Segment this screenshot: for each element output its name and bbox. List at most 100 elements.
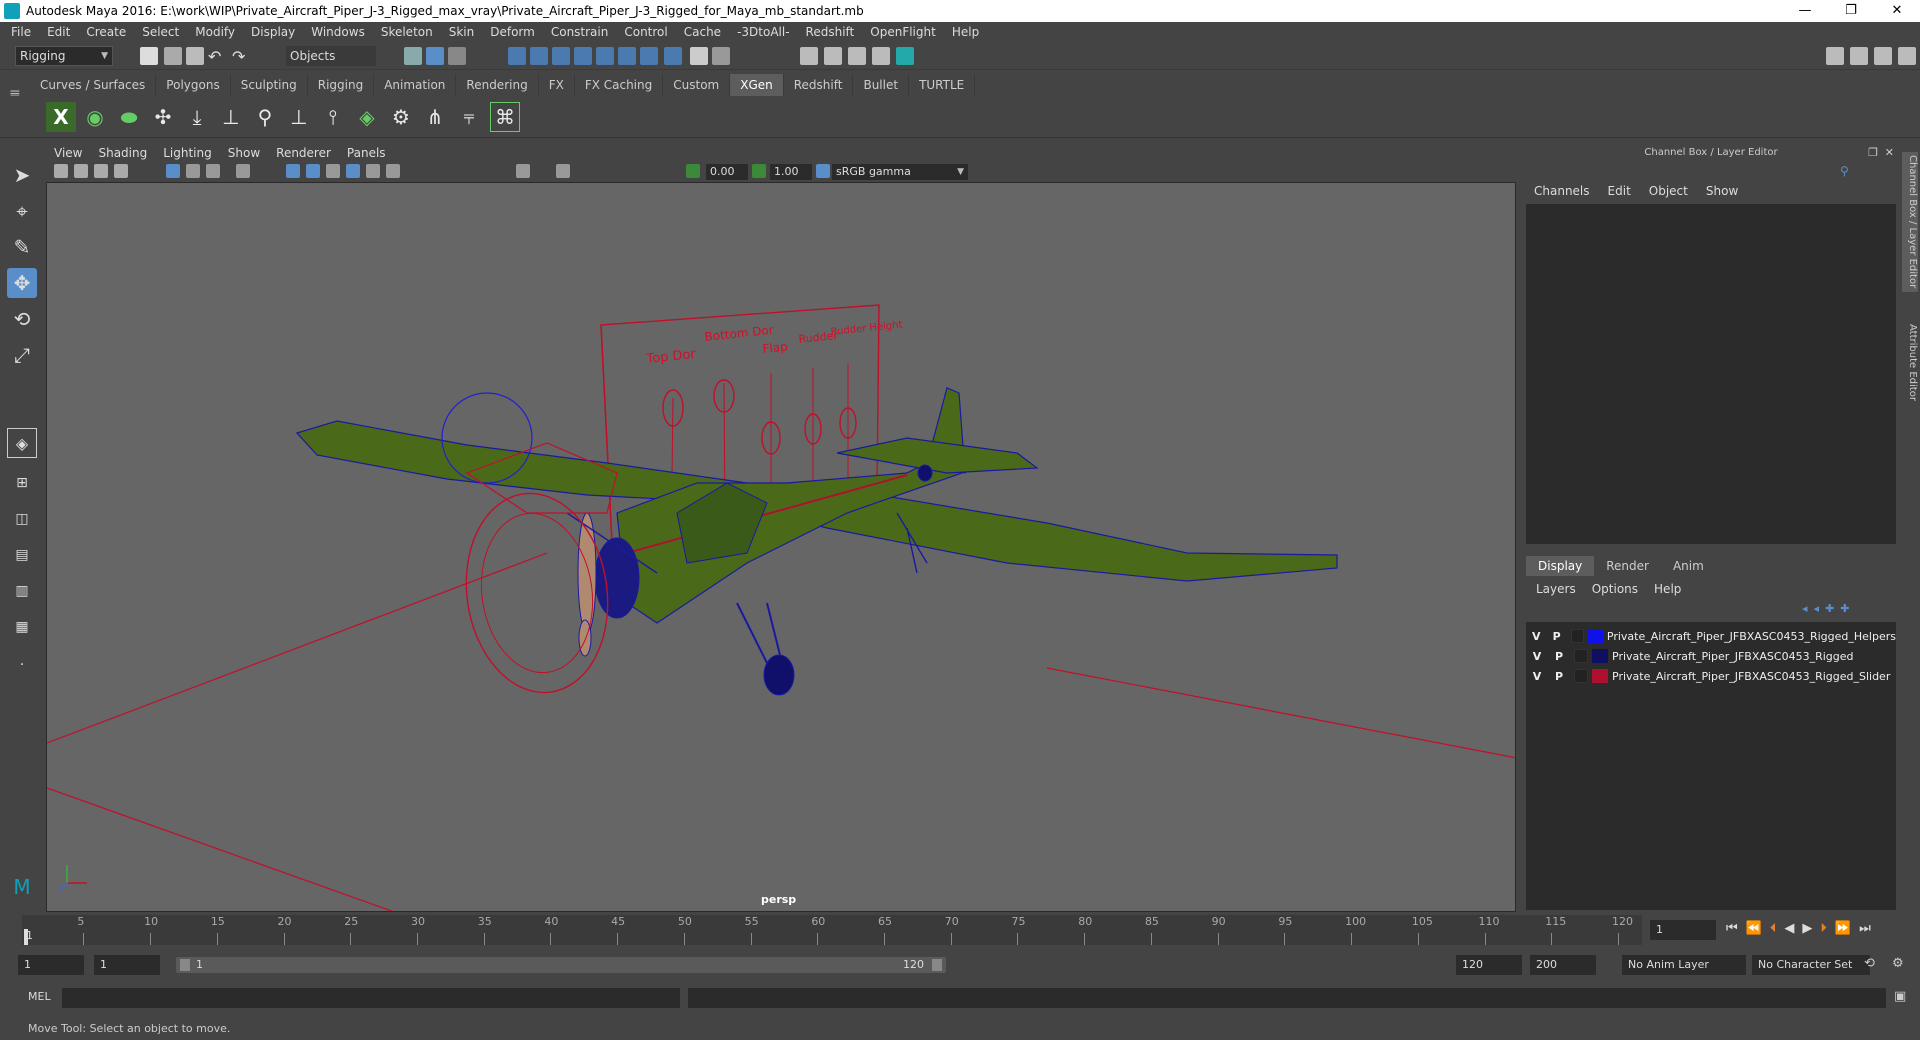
tab-curves-surfaces[interactable]: Curves / Surfaces [30, 74, 157, 96]
menu-help[interactable]: Help [952, 25, 979, 39]
persp-graph-layout-icon[interactable]: ▤ [7, 540, 37, 570]
xgen-guide-add-icon[interactable]: ✣ [148, 102, 178, 132]
view-transform-dropdown[interactable]: sRGB gamma ▼ [832, 164, 968, 180]
layer-display-type[interactable] [1574, 649, 1588, 663]
range-start-handle[interactable] [180, 959, 190, 971]
channel-box-toggle-icon[interactable] [1898, 47, 1916, 65]
xgen-create-description-icon[interactable]: ⬬ [114, 102, 144, 132]
menu-skeleton[interactable]: Skeleton [381, 25, 433, 39]
four-pane-layout-icon[interactable]: ⊞ [7, 468, 37, 498]
tab-anim[interactable]: Anim [1661, 556, 1716, 576]
gamma-icon[interactable] [752, 164, 766, 178]
construction-history-icon[interactable] [640, 47, 658, 65]
tab-redshift[interactable]: Redshift [783, 74, 854, 96]
current-time-indicator[interactable] [24, 929, 28, 945]
menu-modify[interactable]: Modify [195, 25, 235, 39]
default-material-icon[interactable] [326, 164, 340, 178]
menu-redshift[interactable]: Redshift [806, 25, 855, 39]
channel-box-menu-channels[interactable]: Channels [1534, 184, 1590, 198]
layer-playback-toggle[interactable]: P [1546, 630, 1566, 643]
layer-row[interactable]: V P Private_Aircraft_Piper_JFBXASC0453_R… [1526, 646, 1896, 666]
tab-fx[interactable]: FX [538, 74, 575, 96]
layer-display-type[interactable] [1570, 629, 1585, 643]
open-scene-icon[interactable] [164, 47, 182, 65]
menu-3dtoall[interactable]: -3DtoAll- [737, 25, 789, 39]
render-frame-icon[interactable] [800, 47, 818, 65]
snap-live-icon[interactable] [596, 47, 614, 65]
layer-visibility-toggle[interactable]: V [1526, 650, 1548, 663]
film-gate-icon[interactable] [186, 164, 200, 178]
go-to-start-icon[interactable]: ⏮ [1726, 921, 1738, 936]
smooth-shade-icon[interactable] [306, 164, 320, 178]
xgen-guide-tools-icon[interactable]: ⫯ [318, 102, 348, 132]
snap-grid-icon[interactable] [508, 47, 526, 65]
gamma-field[interactable]: 1.00 [770, 164, 812, 180]
select-by-hierarchy-icon[interactable] [404, 47, 422, 65]
layer-color-swatch[interactable] [1592, 669, 1608, 683]
grid-toggle-icon[interactable] [166, 164, 180, 178]
close-button[interactable]: ✕ [1874, 0, 1920, 22]
xgen-editor-icon[interactable]: X [46, 102, 76, 132]
select-by-object-icon[interactable] [426, 47, 444, 65]
mel-label[interactable]: MEL [28, 990, 51, 1003]
menu-edit[interactable]: Edit [47, 25, 70, 39]
image-plane-icon[interactable] [114, 164, 128, 178]
menu-file[interactable]: File [11, 25, 31, 39]
current-frame-field[interactable]: 1 [1650, 920, 1716, 940]
xray-icon[interactable] [556, 164, 570, 178]
step-forward-frame-icon[interactable]: ⏵ [1820, 921, 1827, 936]
viewport-menu-view[interactable]: View [54, 146, 82, 160]
tab-turtle[interactable]: TURTLE [909, 74, 976, 96]
xgen-guide-select-icon[interactable]: ⚲ [250, 102, 280, 132]
channel-box-menu-object[interactable]: Object [1649, 184, 1688, 198]
time-slider[interactable]: 1 5 10 15 20 25 30 35 40 45 50 55 60 65 70 75 80 85 90 95 1… [22, 915, 1642, 945]
step-back-key-icon[interactable]: ⏪ [1746, 921, 1762, 936]
channel-box-menu-edit[interactable]: Edit [1608, 184, 1631, 198]
workspace-icon[interactable] [1826, 47, 1844, 65]
step-back-frame-icon[interactable]: ⏴ [1770, 921, 1777, 936]
hypershade-icon[interactable] [896, 47, 914, 65]
layer-visibility-toggle[interactable]: V [1526, 670, 1548, 683]
tab-attribute-editor[interactable]: Attribute Editor [1902, 312, 1918, 412]
snap-curve-icon[interactable] [530, 47, 548, 65]
resolution-gate-icon[interactable] [206, 164, 220, 178]
bookmark-icon[interactable] [94, 164, 108, 178]
render-settings-icon[interactable] [872, 47, 890, 65]
xgen-groom-settings-icon[interactable]: ⌘ [490, 102, 520, 132]
save-scene-icon[interactable] [186, 47, 204, 65]
piper-aircraft-model[interactable] [295, 387, 1338, 696]
animation-preferences-icon[interactable]: ⚙ [1892, 956, 1904, 971]
tab-rendering[interactable]: Rendering [456, 74, 539, 96]
help-query-icon[interactable] [664, 47, 682, 65]
select-tool-icon[interactable]: ➤ [7, 160, 37, 190]
xgen-guide-move-icon[interactable]: ⊥ [216, 102, 246, 132]
select-camera-icon[interactable] [712, 47, 730, 65]
layer-playback-toggle[interactable]: P [1548, 670, 1570, 683]
script-editor-icon[interactable]: ▣ [1894, 989, 1906, 1004]
range-slider[interactable]: 1 120 [176, 957, 946, 973]
layer-color-swatch[interactable] [1588, 629, 1603, 643]
channel-box-area[interactable] [1526, 204, 1896, 544]
menu-create[interactable]: Create [86, 25, 126, 39]
tab-display[interactable]: Display [1526, 556, 1595, 576]
layout-options-icon[interactable]: · [7, 650, 37, 680]
side-by-side-layout-icon[interactable]: ◫ [7, 504, 37, 534]
anim-layer-dropdown[interactable]: No Anim Layer [1622, 955, 1746, 975]
paint-select-tool-icon[interactable]: ✎ [7, 232, 37, 262]
menu-openflight[interactable]: OpenFlight [870, 25, 936, 39]
float-panel-icon[interactable]: ❐ [1868, 146, 1878, 159]
selection-mode-dropdown[interactable]: Objects [286, 46, 376, 66]
playback-end-field[interactable]: 120 [1456, 955, 1522, 975]
layer-menu-layers[interactable]: Layers [1536, 582, 1576, 596]
viewport-menu-shading[interactable]: Shading [98, 146, 147, 160]
persp-outliner-layout-icon[interactable]: ▥ [7, 576, 37, 606]
menu-cache[interactable]: Cache [684, 25, 721, 39]
play-forwards-icon[interactable]: ▶ [1802, 921, 1812, 936]
tab-channel-box-layer-editor[interactable]: Channel Box / Layer Editor [1902, 152, 1918, 292]
rotate-tool-icon[interactable]: ⟲ [7, 304, 37, 334]
lock-icon[interactable] [690, 47, 708, 65]
viewport-menu-lighting[interactable]: Lighting [163, 146, 212, 160]
maya-home-icon[interactable]: M [7, 872, 37, 902]
range-end-handle[interactable] [932, 959, 942, 971]
new-layer-selected-icon[interactable]: ✚ [1840, 602, 1849, 615]
